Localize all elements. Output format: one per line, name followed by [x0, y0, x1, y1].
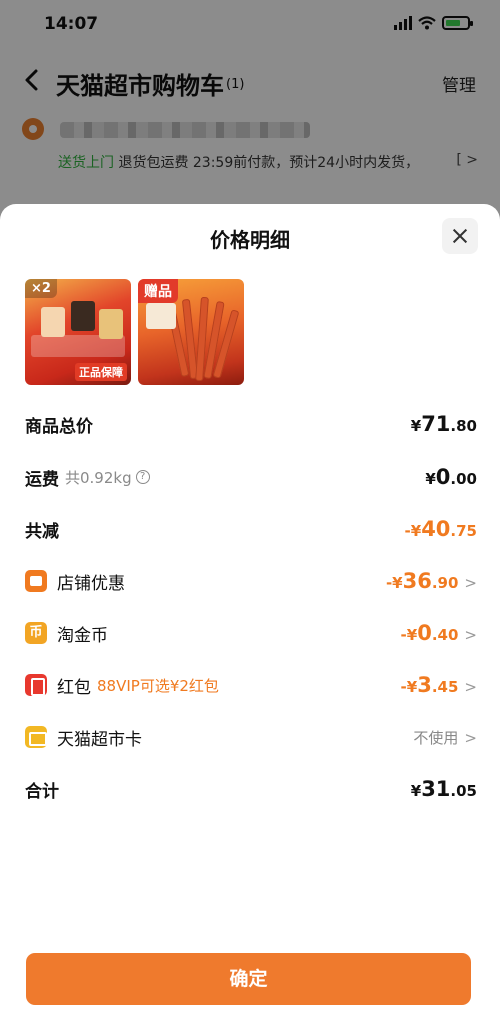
- authentic-tag: 正品保障: [75, 363, 127, 381]
- chevron-right-icon: >: [464, 678, 477, 696]
- red-packet-label: 红包: [57, 677, 91, 698]
- coin-icon: 币: [25, 622, 47, 644]
- shipping-fee-label: 运费: [25, 469, 59, 490]
- red-packet-value: -¥ 3.45 >: [400, 673, 477, 697]
- price-detail-sheet: 价格明细 ×2 正品保障 赠品 商品总价 ¥71.80 运费 共0.92kg ?…: [0, 204, 500, 1012]
- product-thumbnail-2[interactable]: 赠品: [138, 279, 244, 385]
- store-discount-label: 店铺优惠: [57, 573, 125, 594]
- sheet-title: 价格明细: [210, 228, 290, 252]
- total-discount-value: -¥ 40.75: [404, 517, 477, 541]
- close-button[interactable]: [442, 218, 478, 254]
- vip-red-packet-hint: 88VIP可选¥2红包: [97, 676, 219, 695]
- goods-total-label: 商品总价: [25, 416, 93, 437]
- row-store-discount[interactable]: 店铺优惠 -¥ 36.90 >: [25, 567, 477, 595]
- tao-coins-value: -¥ 0.40 >: [400, 621, 477, 645]
- sum-label: 合计: [25, 781, 59, 802]
- row-total-discount: 共减 -¥ 40.75: [25, 515, 477, 543]
- store-discount-value: -¥ 36.90 >: [385, 569, 477, 593]
- row-goods-total: 商品总价 ¥71.80: [25, 410, 477, 438]
- chevron-right-icon: >: [464, 574, 477, 592]
- row-tao-coins[interactable]: 币 淘金币 -¥ 0.40 >: [25, 619, 477, 647]
- sum-value: ¥31.05: [410, 777, 477, 801]
- row-shipping-fee: 运费 共0.92kg ? ¥0.00: [25, 463, 477, 491]
- quantity-badge: ×2: [25, 279, 57, 298]
- product-thumbnail-1[interactable]: ×2 正品保障: [25, 279, 131, 385]
- card-icon: [25, 726, 47, 748]
- help-icon[interactable]: ?: [135, 470, 150, 484]
- shipping-fee-value: ¥0.00: [425, 465, 477, 489]
- market-card-label: 天猫超市卡: [57, 729, 142, 750]
- total-discount-label: 共减: [25, 521, 59, 542]
- row-red-packet[interactable]: 红包 88VIP可选¥2红包 -¥ 3.45 >: [25, 671, 477, 699]
- gift-badge: 赠品: [138, 279, 178, 303]
- chevron-right-icon: >: [464, 728, 477, 747]
- tao-coins-label: 淘金币: [57, 625, 108, 646]
- goods-total-value: ¥71.80: [410, 412, 477, 436]
- weight-text: 共0.92kg: [65, 468, 132, 487]
- row-sum: 合计 ¥31.05: [25, 775, 477, 803]
- market-card-value: 不使用 >: [413, 728, 477, 747]
- row-market-card[interactable]: 天猫超市卡 不使用 >: [25, 723, 477, 751]
- chevron-right-icon: >: [464, 626, 477, 644]
- red-packet-icon: [25, 674, 47, 696]
- confirm-button[interactable]: 确定: [26, 953, 471, 1005]
- store-icon: [25, 570, 47, 592]
